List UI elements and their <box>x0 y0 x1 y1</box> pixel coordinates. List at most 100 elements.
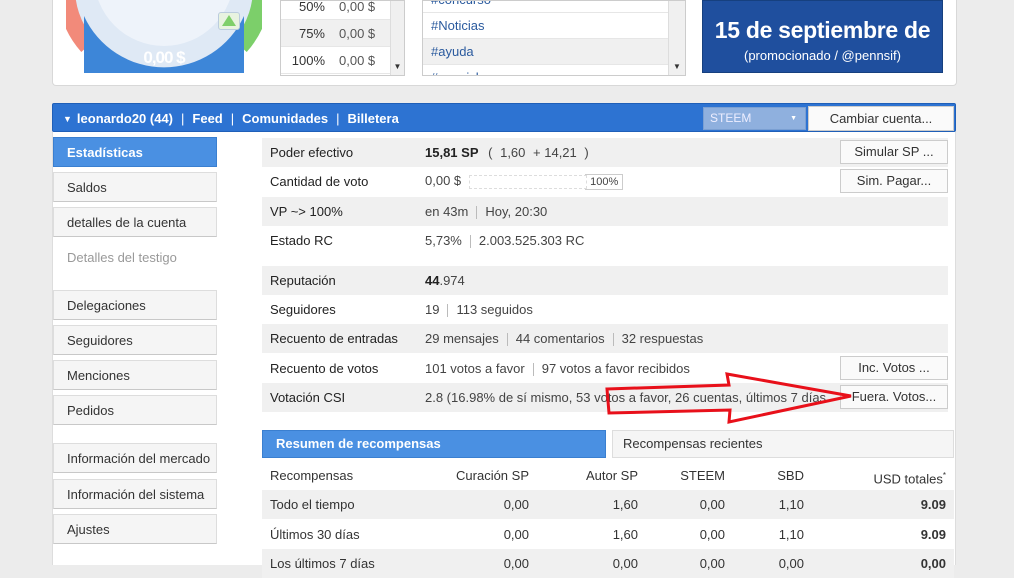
tab-rewards-summary[interactable]: Resumen de recompensas <box>262 430 606 458</box>
stat-label: Reputación <box>270 273 336 288</box>
stat-label: Recuento de votos <box>270 361 379 376</box>
account-name[interactable]: leonardo20 (44) <box>77 111 173 126</box>
replies-count: 32 respuestas <box>621 330 704 346</box>
incoming-votes-button[interactable]: Inc. Votos ... <box>840 356 948 380</box>
tag-item[interactable]: #concurso <box>423 1 685 13</box>
vp-time: en 43m <box>425 203 469 219</box>
column-header: SBD <box>777 468 804 483</box>
following-count: 113 seguidos <box>456 301 533 317</box>
stat-row-effective-power: Poder efectivo 15,81 SP ( 1,60 + 14,21 )… <box>262 138 948 167</box>
sidebar-item-orders[interactable]: Pedidos <box>53 395 217 425</box>
tag-item[interactable]: #spanish <box>423 65 685 75</box>
vote-percent-row: 50% 0,00 $ <box>281 0 404 20</box>
outgoing-votes-button[interactable]: Fuera. Votos... <box>840 385 948 409</box>
stat-row-followers: Seguidores 19 113 seguidos <box>262 295 948 324</box>
table-cell: Últimos 30 días <box>270 527 360 542</box>
red-arrow-annotation-icon <box>605 372 852 424</box>
coin-select-value: STEEM <box>710 111 752 125</box>
vote-percent-row: 100% 0,00 $ <box>281 47 404 74</box>
column-header: USD totales* <box>873 471 947 487</box>
posts-count: 29 mensajes <box>425 330 499 346</box>
tag-item[interactable]: #Noticias <box>423 13 685 39</box>
nav-link-communities[interactable]: Comunidades <box>242 111 328 126</box>
simulate-pay-button[interactable]: Sim. Pagar... <box>840 169 948 193</box>
sidebar-item-system-info[interactable]: Información del sistema <box>53 479 217 509</box>
vote-percent-table[interactable]: 50% 0,00 $ 75% 0,00 $ 100% 0,00 $ ▼ <box>280 0 405 76</box>
promo-banner[interactable]: 15 de septiembre de (promocionado / @pen… <box>702 0 943 73</box>
delegated-sp: + 14,21 <box>533 145 577 160</box>
vote-weight-slider[interactable] <box>469 174 588 189</box>
table-header: Recompensas Curación SP Autor SP STEEM S… <box>262 461 954 490</box>
table-cell: 0,00 <box>612 556 638 571</box>
percent-value: 0,00 $ <box>339 52 376 68</box>
tag-list[interactable]: #concurso #Noticias #ayuda #spanish ▼ <box>422 0 686 76</box>
nav-separator: | <box>230 111 235 126</box>
scroll-down-icon[interactable]: ▼ <box>391 62 404 71</box>
stat-label: Recuento de entradas <box>270 331 398 346</box>
table-cell: 1,60 <box>612 527 638 542</box>
sidebar-item-balances[interactable]: Saldos <box>53 172 217 202</box>
table-cell: 0,00 <box>503 497 529 512</box>
gauge-up-arrow-icon[interactable] <box>218 12 240 30</box>
sidebar-item-followers[interactable]: Seguidores <box>53 325 217 355</box>
nav-link-wallet[interactable]: Billetera <box>348 111 399 126</box>
vote-value-gauge: 0,00 $ <box>66 0 262 73</box>
table-cell: 1,10 <box>778 527 804 542</box>
sidebar-item-market-info[interactable]: Información del mercado <box>53 443 217 473</box>
sidebar-item-delegations[interactable]: Delegaciones <box>53 290 217 320</box>
table-cell: 0,00 <box>503 527 529 542</box>
paren-open: ( <box>488 145 493 160</box>
sidebar-item-account-details[interactable]: detalles de la cuenta <box>53 207 217 237</box>
table-row: Últimos 30 días 0,00 1,60 0,00 1,10 9.09 <box>262 520 954 549</box>
vote-percent-row: 75% 0,00 $ <box>281 20 404 47</box>
stat-label: Seguidores <box>270 302 336 317</box>
scroll-down-icon[interactable]: ▼ <box>669 62 685 71</box>
percent-label: 50% <box>298 0 325 14</box>
own-sp: 1,60 <box>500 145 526 160</box>
chevron-down-icon: ▼ <box>790 115 797 122</box>
followers-count: 19 <box>425 301 440 317</box>
sidebar-item-settings[interactable]: Ajustes <box>53 514 217 544</box>
promo-subtitle: (promocionado / @pennsif) <box>744 48 901 63</box>
rewards-tabs: Resumen de recompensas Recompensas recie… <box>262 430 954 458</box>
simulate-sp-button[interactable]: Simular SP ... <box>840 140 948 164</box>
stat-value: 19 113 seguidos <box>425 301 533 318</box>
percent-value: 0,00 $ <box>339 0 376 14</box>
votes-given: 101 votos a favor <box>425 360 525 376</box>
sidebar-item-witness-details: Detalles del testigo <box>53 242 217 272</box>
table-cell: 0,00 <box>778 556 804 571</box>
sidebar-item-mentions[interactable]: Menciones <box>53 360 217 390</box>
stat-row-vote-amount: Cantidad de voto 0,00 $ 100% Sim. Pagar..… <box>262 167 948 196</box>
table-cell: Todo el tiempo <box>270 497 355 512</box>
table-cell: Los últimos 7 días <box>270 556 375 571</box>
stat-value: 0,00 $ 100% <box>425 173 624 190</box>
paren-close: ) <box>584 145 589 160</box>
tab-recent-rewards[interactable]: Recompensas recientes <box>612 430 954 458</box>
stat-value: 29 mensajes 44 comentarios 32 respuestas <box>425 330 704 347</box>
promo-title: 15 de septiembre de <box>714 17 931 43</box>
sidebar-item-statistics[interactable]: Estadísticas <box>53 137 217 167</box>
column-header: STEEM <box>680 468 725 483</box>
table-cell: 0,00 <box>699 527 725 542</box>
stat-label: Cantidad de voto <box>270 174 369 189</box>
scrollbar[interactable]: ▼ <box>668 1 685 75</box>
rc-percent: 5,73% <box>425 232 462 248</box>
scrollbar[interactable]: ▼ <box>390 1 404 75</box>
column-header: Recompensas <box>270 468 354 483</box>
coin-select[interactable]: STEEM ▼ <box>703 107 806 130</box>
percent-value: 0,00 $ <box>339 25 376 41</box>
stat-row-vp: VP ~> 100% en 43m Hoy, 20:30 <box>262 197 948 226</box>
table-cell: 0,00 <box>699 497 725 512</box>
table-cell: 9.09 <box>920 497 946 512</box>
switch-account-button[interactable]: Cambiar cuenta... <box>808 106 954 131</box>
stat-value: en 43m Hoy, 20:30 <box>425 203 547 220</box>
dropdown-triangle-icon[interactable]: ▼ <box>63 114 72 124</box>
stat-value: 44.974 <box>425 273 465 288</box>
stat-label: VP ~> 100% <box>270 204 343 219</box>
table-row: Todo el tiempo 0,00 1,60 0,00 1,10 9.09 <box>262 490 954 519</box>
percent-label: 100% <box>291 52 325 68</box>
column-header: Autor SP <box>585 468 638 483</box>
gauge-value: 0,00 $ <box>143 48 185 67</box>
tag-item[interactable]: #ayuda <box>423 39 685 65</box>
nav-link-feed[interactable]: Feed <box>192 111 222 126</box>
